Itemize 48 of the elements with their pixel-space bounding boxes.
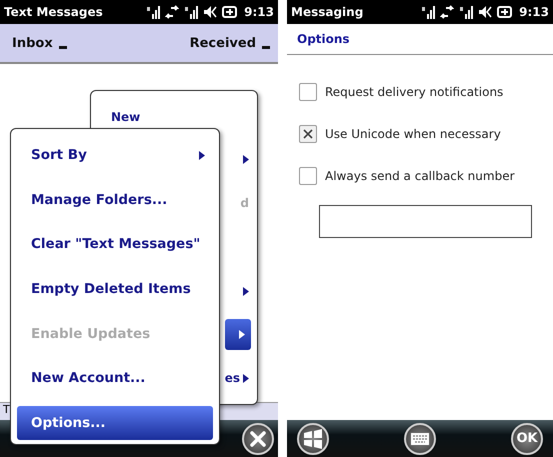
checkbox-label: Always send a callback number: [325, 169, 515, 183]
callback-number-field[interactable]: [319, 205, 532, 238]
menu-item-label: d: [240, 196, 249, 210]
sort-dropdown[interactable]: Received: [190, 36, 270, 50]
cross-mark-icon: [303, 129, 313, 139]
menu-item[interactable]: Manage Folders...: [17, 178, 213, 222]
submenu-arrow-icon: [239, 330, 245, 339]
menu-item[interactable]: Sort By: [17, 133, 213, 178]
checkbox[interactable]: [299, 167, 317, 185]
menu-item[interactable]: New Account...: [17, 356, 213, 400]
menu-item[interactable]: es: [225, 356, 251, 400]
close-button[interactable]: [242, 422, 274, 454]
signal-icon: [184, 5, 198, 19]
checkbox-label: Use Unicode when necessary: [325, 127, 501, 141]
signal-icon: [146, 5, 160, 19]
menu-item[interactable]: Options...: [17, 406, 213, 440]
submenu-arrow-icon: [243, 155, 249, 164]
checkbox[interactable]: [299, 125, 317, 143]
page-heading: Options: [287, 24, 553, 55]
start-button[interactable]: [297, 422, 329, 454]
checkbox[interactable]: [299, 83, 317, 101]
keyboard-button[interactable]: [404, 422, 436, 454]
status-text: T: [3, 403, 10, 416]
battery-icon: [222, 5, 238, 19]
signal-icon: [421, 5, 436, 19]
window-title: Messaging: [291, 5, 364, 19]
sync-arrows-icon: [165, 5, 180, 19]
inbox-dropdown[interactable]: Inbox: [12, 36, 67, 50]
keyboard-icon: [410, 432, 430, 446]
menu-item-label: New: [111, 110, 140, 124]
speaker-muted-icon: [478, 5, 492, 19]
window-title: Text Messages: [4, 5, 104, 19]
windows-flag-icon: [302, 428, 324, 450]
checkbox-label: Request delivery notifications: [325, 85, 504, 99]
speaker-muted-icon: [203, 5, 218, 19]
submenu-arrow-icon: [243, 374, 249, 383]
signal-icon: [459, 5, 474, 19]
clock-time: 9:13: [244, 5, 274, 19]
menu-item-label: es: [224, 371, 240, 386]
ok-button[interactable]: OK: [511, 422, 543, 454]
menu-item[interactable]: Clear "Text Messages": [17, 222, 213, 267]
submenu-arrow-icon: [243, 286, 249, 296]
submenu-arrow-icon: [199, 150, 205, 160]
battery-icon: [497, 5, 514, 19]
sync-arrows-icon: [440, 5, 454, 19]
highlighted-menu-item[interactable]: [225, 319, 251, 350]
menu-item[interactable]: Empty Deleted Items: [17, 266, 213, 312]
clock-time: 9:13: [519, 5, 549, 19]
